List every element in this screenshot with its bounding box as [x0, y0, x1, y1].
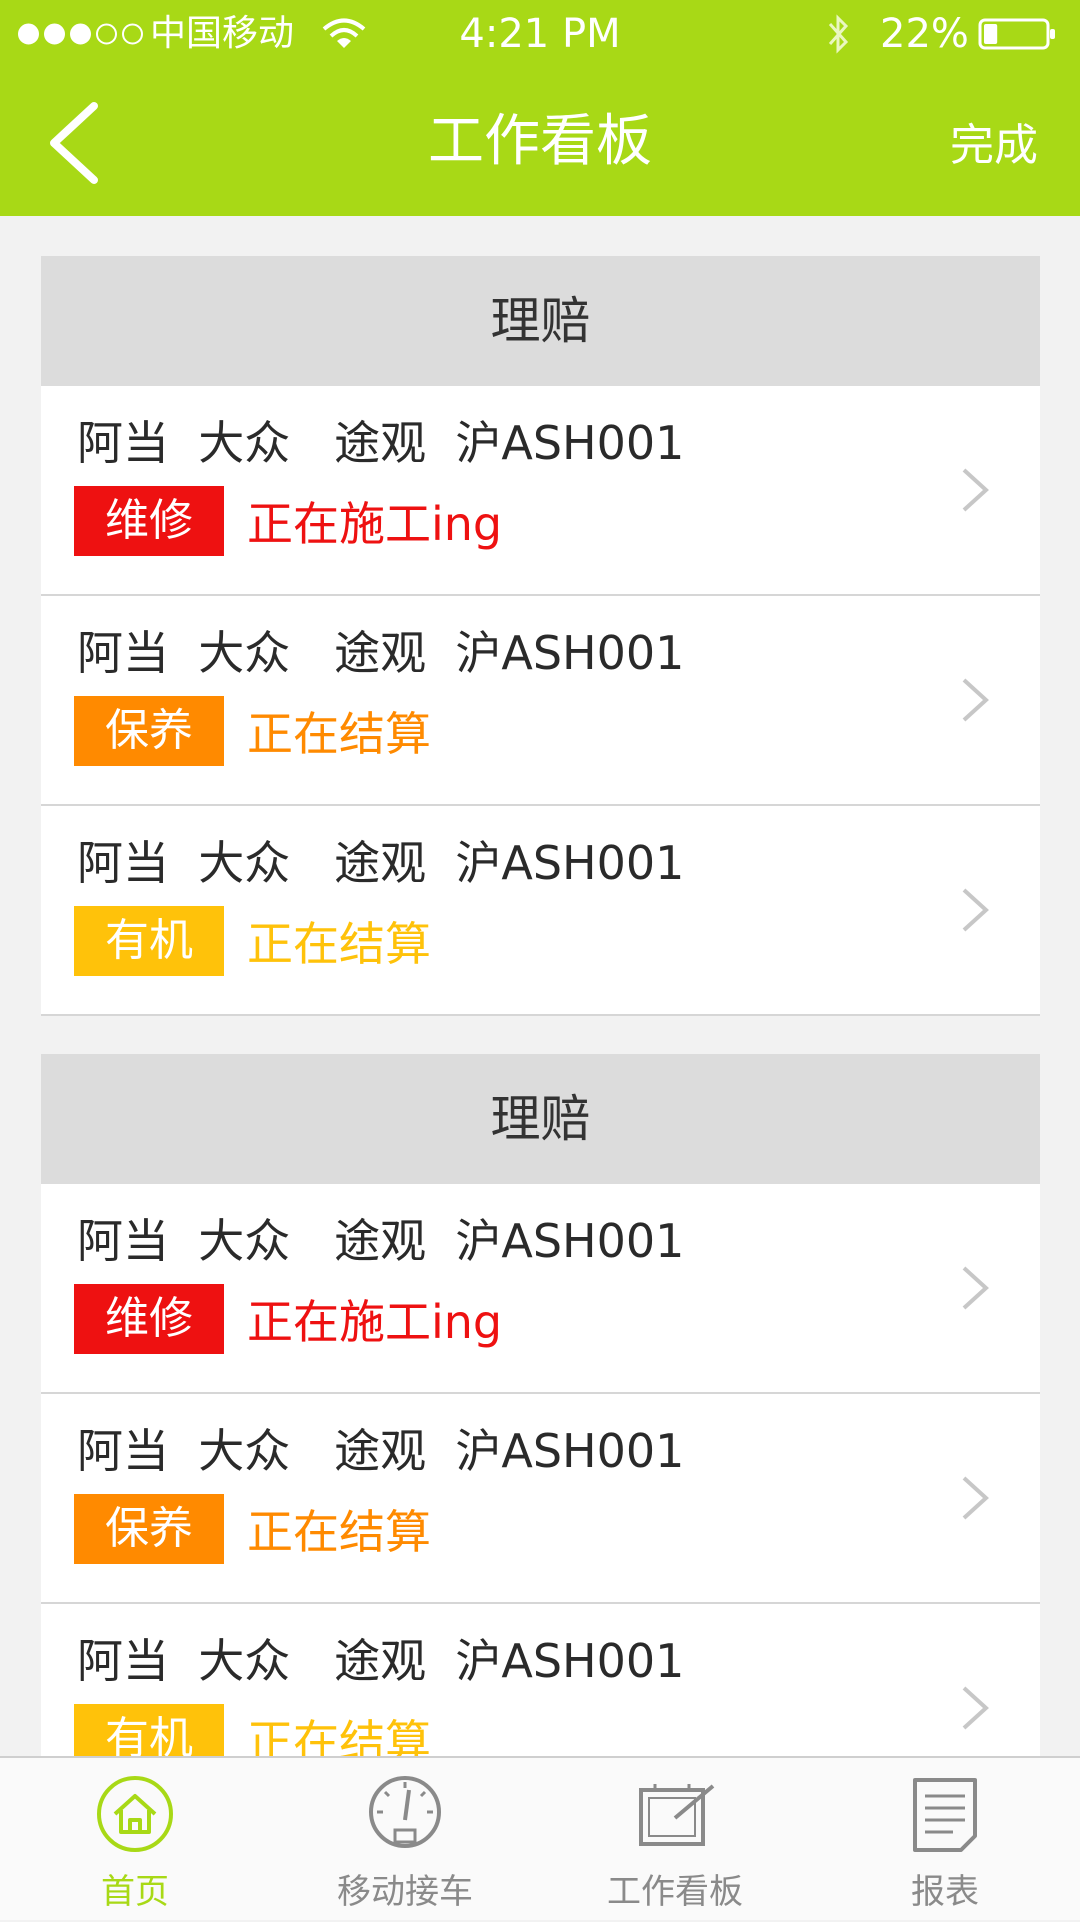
status-bar: 中国移动 4:21 PM 22%: [0, 0, 1080, 68]
chevron-right-icon: [962, 1686, 989, 1730]
back-arrow-icon[interactable]: [40, 98, 110, 188]
list-item[interactable]: 阿当 大众 途观 沪ASH001 保养 正在结算: [41, 1394, 1040, 1604]
done-button[interactable]: 完成: [950, 68, 1038, 216]
vehicle-info: 阿当 大众 途观 沪ASH001: [77, 1634, 685, 1688]
status-text: 正在施工ing: [247, 497, 503, 551]
status-text: 正在施工ing: [247, 1295, 503, 1349]
chevron-right-icon: [962, 1266, 989, 1310]
service-tag: 有机: [74, 1704, 224, 1756]
chevron-right-icon: [962, 678, 989, 722]
status-text: 正在结算: [247, 707, 431, 761]
battery-percentage: 22%: [880, 11, 969, 57]
vehicle-info: 阿当 大众 途观 沪ASH001: [77, 416, 685, 470]
service-tag: 有机: [74, 906, 224, 976]
tab-bar: 首页 移动接车 工作看板 报表: [0, 1756, 1080, 1920]
navigation-bar: 工作看板 完成: [0, 68, 1080, 216]
service-tag: 维修: [74, 1284, 224, 1354]
report-icon: [913, 1778, 977, 1852]
section-claims: 理赔 阿当 大众 途观 沪ASH001 维修 正在施工ing 阿当 大众 途观 …: [41, 256, 1040, 1016]
bluetooth-icon: [828, 14, 849, 54]
section-claims: 理赔 阿当 大众 途观 沪ASH001 维修 正在施工ing 阿当 大众 途观 …: [41, 1054, 1040, 1756]
tab-report[interactable]: 报表: [810, 1758, 1080, 1922]
vehicle-info: 阿当 大众 途观 沪ASH001: [77, 1424, 685, 1478]
list-item[interactable]: 阿当 大众 途观 沪ASH001 维修 正在施工ing: [41, 386, 1040, 596]
tab-mobile-reception[interactable]: 移动接车: [270, 1758, 540, 1922]
tab-home[interactable]: 首页: [0, 1758, 270, 1922]
service-tag: 保养: [74, 1494, 224, 1564]
status-text: 正在结算: [247, 917, 431, 971]
tab-work-board[interactable]: 工作看板: [540, 1758, 810, 1922]
tab-label: 工作看板: [607, 1872, 743, 1912]
battery-icon: [978, 18, 1055, 50]
gauge-icon: [369, 1776, 441, 1848]
status-text: 正在结算: [247, 1715, 431, 1756]
section-header: 理赔: [41, 1054, 1040, 1184]
vehicle-info: 阿当 大众 途观 沪ASH001: [77, 836, 685, 890]
list-item[interactable]: 阿当 大众 途观 沪ASH001 有机 正在结算: [41, 806, 1040, 1016]
work-board-list[interactable]: 理赔 阿当 大众 途观 沪ASH001 维修 正在施工ing 阿当 大众 途观 …: [0, 216, 1080, 1756]
service-tag: 保养: [74, 696, 224, 766]
list-item[interactable]: 阿当 大众 途观 沪ASH001 保养 正在结算: [41, 596, 1040, 806]
list-item[interactable]: 阿当 大众 途观 沪ASH001 维修 正在施工ing: [41, 1184, 1040, 1394]
section-header: 理赔: [41, 256, 1040, 386]
tab-label: 报表: [911, 1872, 979, 1912]
status-text: 正在结算: [247, 1505, 431, 1559]
chevron-right-icon: [962, 1476, 989, 1520]
tab-label: 首页: [101, 1872, 169, 1912]
vehicle-info: 阿当 大众 途观 沪ASH001: [77, 626, 685, 680]
chevron-right-icon: [962, 888, 989, 932]
board-icon: [639, 1784, 715, 1846]
service-tag: 维修: [74, 486, 224, 556]
home-icon: [97, 1776, 173, 1852]
page-title: 工作看板: [428, 109, 652, 174]
list-item[interactable]: 阿当 大众 途观 沪ASH001 有机 正在结算: [41, 1604, 1040, 1756]
chevron-right-icon: [962, 468, 989, 512]
tab-label: 移动接车: [337, 1872, 473, 1912]
vehicle-info: 阿当 大众 途观 沪ASH001: [77, 1214, 685, 1268]
